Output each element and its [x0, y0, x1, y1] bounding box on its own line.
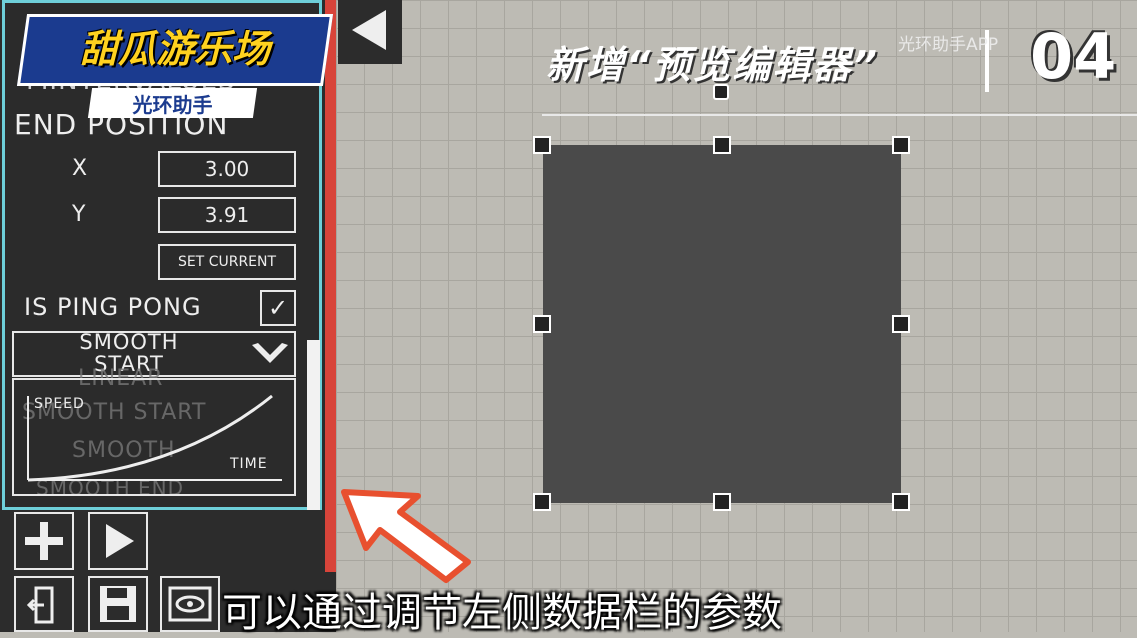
episode-number: 04	[1030, 20, 1117, 93]
selected-square[interactable]	[543, 145, 901, 503]
panel-border	[325, 0, 336, 572]
resize-handle[interactable]	[713, 136, 731, 154]
play-button[interactable]	[88, 512, 148, 570]
add-button[interactable]	[14, 512, 74, 570]
y-input[interactable]: 3.91	[158, 197, 296, 233]
ping-pong-checkbox[interactable]: ✓	[260, 290, 296, 326]
collapse-panel-button[interactable]	[338, 0, 402, 64]
resize-handle[interactable]	[892, 493, 910, 511]
banner-subtitle: 光环助手	[132, 93, 213, 117]
resize-handle[interactable]	[892, 136, 910, 154]
arrow-left-icon	[352, 10, 386, 50]
y-label: Y	[72, 202, 87, 227]
x-label: X	[72, 156, 89, 181]
graph-y-label: SPEED	[34, 396, 85, 412]
easing-graph: SPEED TIME	[12, 378, 296, 496]
resize-handle[interactable]	[533, 315, 551, 333]
resize-handle[interactable]	[713, 493, 731, 511]
watermark: 光环助手APP	[898, 35, 999, 55]
set-current-button[interactable]: SET CURRENT	[158, 244, 296, 280]
preview-button[interactable]	[160, 576, 220, 632]
rotate-handle[interactable]	[713, 84, 729, 100]
divider	[542, 114, 1137, 116]
preview-icon	[168, 586, 212, 622]
pointer-arrow-icon	[341, 489, 471, 583]
resize-handle[interactable]	[892, 315, 910, 333]
exit-icon	[26, 586, 54, 624]
subtitle-caption: 可以通过调节左侧数据栏的参数	[222, 590, 782, 636]
ping-pong-label: IS PING PONG	[24, 293, 202, 321]
banner-title: 甜瓜游乐场	[79, 27, 270, 71]
resize-handle[interactable]	[533, 136, 551, 154]
exit-button[interactable]	[14, 576, 74, 632]
scrollbar[interactable]	[307, 340, 320, 510]
save-button[interactable]	[88, 576, 148, 632]
save-icon	[100, 586, 136, 622]
play-icon	[106, 524, 134, 558]
resize-handle[interactable]	[533, 493, 551, 511]
plus-icon	[25, 522, 63, 560]
headline: 新增“预览编辑器”	[546, 43, 879, 87]
x-input[interactable]: 3.00	[158, 151, 296, 187]
chevron-down-icon	[252, 343, 288, 363]
graph-x-label: TIME	[230, 456, 268, 472]
